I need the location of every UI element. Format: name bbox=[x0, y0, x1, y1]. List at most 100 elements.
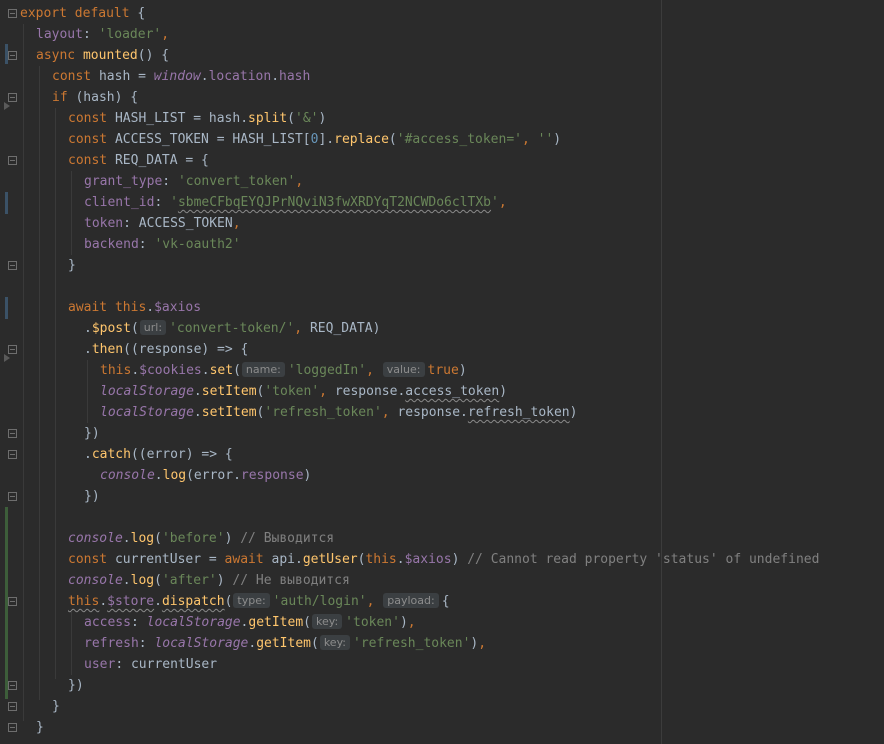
code-token: ( bbox=[154, 573, 162, 588]
code-line[interactable]: console.log(error.response) bbox=[100, 465, 311, 486]
code-line[interactable]: token: ACCESS_TOKEN, bbox=[84, 213, 241, 234]
fold-toggle-icon[interactable] bbox=[8, 723, 17, 732]
code-token: . bbox=[396, 552, 405, 567]
code-line[interactable]: const hash = window.location.hash bbox=[52, 66, 310, 87]
code-token: ) bbox=[224, 531, 241, 546]
code-token: : bbox=[130, 615, 147, 630]
code-line[interactable]: if (hash) { bbox=[52, 87, 138, 108]
change-marker-modified[interactable] bbox=[5, 297, 8, 319]
code-line[interactable]: access: localStorage.getItem(key:'token'… bbox=[84, 612, 416, 633]
fold-toggle-icon[interactable] bbox=[8, 597, 17, 606]
fold-toggle-icon[interactable] bbox=[8, 51, 17, 60]
code-token: , bbox=[407, 615, 416, 630]
code-line[interactable]: } bbox=[36, 717, 44, 738]
code-token: . bbox=[200, 69, 209, 84]
code-token: response. bbox=[334, 384, 406, 399]
code-token: ( bbox=[154, 531, 162, 546]
code-line[interactable]: await this.$axios bbox=[68, 297, 201, 318]
code-token: }) bbox=[84, 489, 100, 504]
code-token: client_id bbox=[84, 195, 155, 210]
indent-guide bbox=[87, 360, 88, 423]
code-line[interactable]: }) bbox=[68, 675, 84, 696]
code-token: . bbox=[122, 531, 131, 546]
fold-toggle-icon[interactable] bbox=[8, 156, 17, 165]
code-token: ACCESS_TOKEN = HASH_LIST[ bbox=[114, 132, 311, 147]
code-line[interactable]: grant_type: 'convert_token', bbox=[84, 171, 303, 192]
code-token: access bbox=[84, 615, 131, 630]
code-line[interactable]: async mounted() { bbox=[36, 45, 169, 66]
code-token: : bbox=[154, 195, 171, 210]
code-line[interactable]: refresh: localStorage.getItem(key:'refre… bbox=[84, 633, 486, 654]
breakpoint-arrow-icon[interactable] bbox=[4, 351, 10, 366]
code-token: $axios bbox=[404, 552, 452, 567]
code-line[interactable]: .$post(url:'convert-token/', REQ_DATA) bbox=[84, 318, 380, 339]
fold-toggle-icon[interactable] bbox=[8, 9, 17, 18]
parameter-hint: type: bbox=[233, 593, 270, 608]
code-line[interactable]: this.$cookies.set(name:'loggedIn', value… bbox=[100, 360, 467, 381]
code-token: , bbox=[366, 363, 382, 378]
code-line[interactable]: backend: 'vk-oauth2' bbox=[84, 234, 241, 255]
code-line[interactable]: const REQ_DATA = { bbox=[68, 150, 209, 171]
fold-toggle-icon[interactable] bbox=[8, 702, 17, 711]
code-token: 'before' bbox=[161, 531, 225, 546]
code-token: getUser bbox=[302, 552, 358, 567]
code-line[interactable]: layout: 'loader', bbox=[36, 24, 169, 45]
code-line[interactable]: this.$store.dispatch(type:'auth/login', … bbox=[68, 591, 450, 612]
code-token: mounted bbox=[82, 48, 138, 63]
code-token: // Cannot read property 'status' of unde… bbox=[467, 552, 820, 567]
code-token: $post bbox=[91, 321, 131, 336]
code-token: '#access_token=' bbox=[396, 132, 522, 147]
code-token: ) bbox=[303, 468, 312, 483]
code-line[interactable]: }) bbox=[84, 486, 100, 507]
code-line[interactable]: .catch((error) => { bbox=[84, 444, 233, 465]
code-token: , bbox=[498, 195, 507, 210]
code-token: location bbox=[208, 69, 272, 84]
code-token: , bbox=[161, 27, 170, 42]
code-token: ) bbox=[399, 615, 408, 630]
code-line[interactable]: } bbox=[52, 696, 60, 717]
code-token: hash bbox=[279, 69, 311, 84]
fold-toggle-icon[interactable] bbox=[8, 492, 17, 501]
code-token: 'convert-token/' bbox=[169, 321, 295, 336]
code-line[interactable]: .then((response) => { bbox=[84, 339, 248, 360]
code-token: const bbox=[68, 111, 115, 126]
code-token: ) bbox=[458, 363, 467, 378]
fold-toggle-icon[interactable] bbox=[8, 261, 17, 270]
code-token: . bbox=[271, 69, 280, 84]
code-token: refresh bbox=[84, 636, 139, 651]
code-editor[interactable]: export default {layout: 'loader', async m… bbox=[0, 0, 884, 744]
code-line[interactable]: localStorage.setItem('token', response.a… bbox=[100, 381, 507, 402]
code-line[interactable]: console.log('after') // Не выводится bbox=[68, 570, 350, 591]
breakpoint-arrow-icon[interactable] bbox=[4, 99, 10, 114]
code-token: user bbox=[84, 657, 116, 672]
code-token: . bbox=[84, 321, 92, 336]
code-token: await bbox=[224, 552, 272, 567]
fold-toggle-icon[interactable] bbox=[8, 450, 17, 459]
code-line[interactable]: }) bbox=[84, 423, 100, 444]
indent-guide bbox=[55, 108, 56, 679]
fold-toggle-icon[interactable] bbox=[8, 429, 17, 438]
code-token: const bbox=[68, 132, 115, 147]
code-line[interactable]: const currentUser = await api.getUser(th… bbox=[68, 549, 819, 570]
code-token: 'refresh_token' bbox=[264, 405, 382, 420]
code-token: token bbox=[84, 216, 124, 231]
code-line[interactable]: localStorage.setItem('refresh_token', re… bbox=[100, 402, 577, 423]
code-token: '' bbox=[537, 132, 554, 147]
code-token: ' bbox=[170, 195, 178, 210]
code-line[interactable]: client_id: 'sbmeCFbqEYQJPrNQviN3fwXRDYqT… bbox=[84, 192, 507, 213]
code-token: log bbox=[130, 573, 155, 588]
code-line[interactable]: user: currentUser bbox=[84, 654, 217, 675]
code-token: : bbox=[162, 174, 178, 189]
code-line[interactable]: console.log('before') // Выводится bbox=[68, 528, 334, 549]
code-line[interactable]: export default { bbox=[20, 3, 145, 24]
change-marker-modified[interactable] bbox=[5, 192, 8, 214]
code-token: const bbox=[68, 552, 115, 567]
fold-toggle-icon[interactable] bbox=[8, 681, 17, 690]
code-line[interactable]: } bbox=[68, 255, 76, 276]
code-token: . bbox=[84, 447, 92, 462]
code-token: : bbox=[138, 636, 155, 651]
code-line[interactable]: const HASH_LIST = hash.split('&') bbox=[68, 108, 326, 129]
code-line[interactable]: const ACCESS_TOKEN = HASH_LIST[0].replac… bbox=[68, 129, 561, 150]
code-token: log bbox=[162, 468, 187, 483]
code-token: layout bbox=[36, 27, 83, 42]
